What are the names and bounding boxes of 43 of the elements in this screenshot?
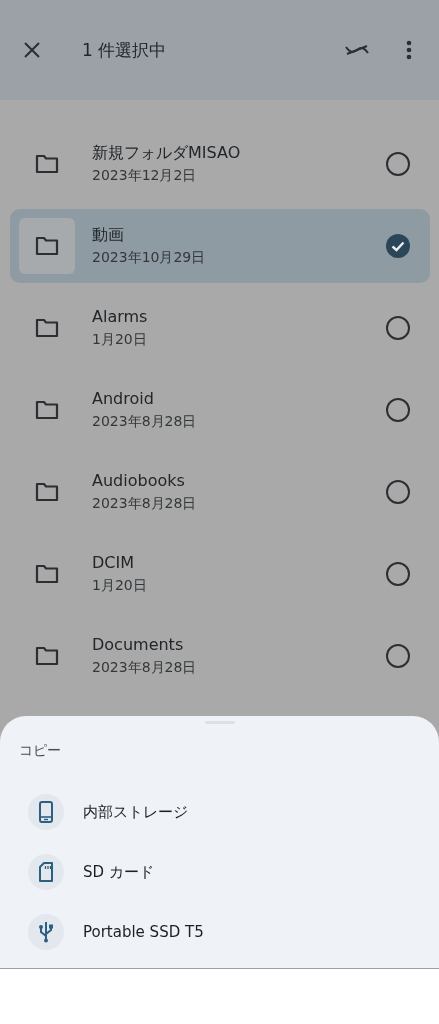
radio-button[interactable] [386,398,410,422]
selection-count: 1 件選択中 [82,38,168,62]
folder-name: Alarms [92,306,149,328]
folder-row[interactable]: 新規フォルダMISAO 2023年12月2日 [10,127,430,201]
folder-date: 1月20日 [92,576,148,595]
folder-row[interactable]: Android 2023年8月28日 [10,373,430,447]
more-menu-icon[interactable] [406,40,412,60]
sheet-title: コピー [19,742,62,760]
folder-row[interactable]: Alarms 1月20日 [10,291,430,365]
radio-button[interactable] [386,480,410,504]
folder-name: Android [92,388,155,410]
folder-icon [19,218,75,274]
storage-name: 内部ストレージ [83,802,188,822]
folder-name: 動画 [92,224,125,246]
storage-option[interactable]: Portable SSD T5 [0,902,439,962]
phone-icon [28,794,64,830]
folder-date: 2023年8月28日 [92,658,198,677]
folder-name: Audiobooks [92,470,186,492]
folder-date: 1月20日 [92,330,148,349]
radio-button[interactable] [386,562,410,586]
folder-name: 新規フォルダMISAO [92,142,242,164]
radio-button[interactable] [386,644,410,668]
storage-option[interactable]: 内部ストレージ [0,782,439,842]
folder-date: 2023年10月29日 [92,248,207,267]
close-icon[interactable] [23,41,41,59]
sd-card-icon [28,854,64,890]
folder-date: 2023年8月28日 [92,412,198,431]
radio-button[interactable] [386,316,410,340]
storage-name: Portable SSD T5 [83,923,204,941]
folder-date: 2023年12月2日 [92,166,198,185]
folder-row[interactable]: 動画 2023年10月29日 [10,209,430,283]
radio-button[interactable] [386,152,410,176]
folder-row[interactable]: Audiobooks 2023年8月28日 [10,455,430,529]
folder-date: 2023年8月28日 [92,494,198,513]
storage-option[interactable]: SD カード [0,842,439,902]
storage-name: SD カード [83,862,154,882]
crossed-wave-icon[interactable] [345,44,369,56]
folder-name: DCIM [92,552,135,574]
folder-row[interactable]: DCIM 1月20日 [10,537,430,611]
checked-icon[interactable] [386,234,410,258]
usb-icon [28,914,64,950]
folder-name: Documents [92,634,185,656]
folder-row[interactable]: Documents 2023年8月28日 [10,619,430,693]
